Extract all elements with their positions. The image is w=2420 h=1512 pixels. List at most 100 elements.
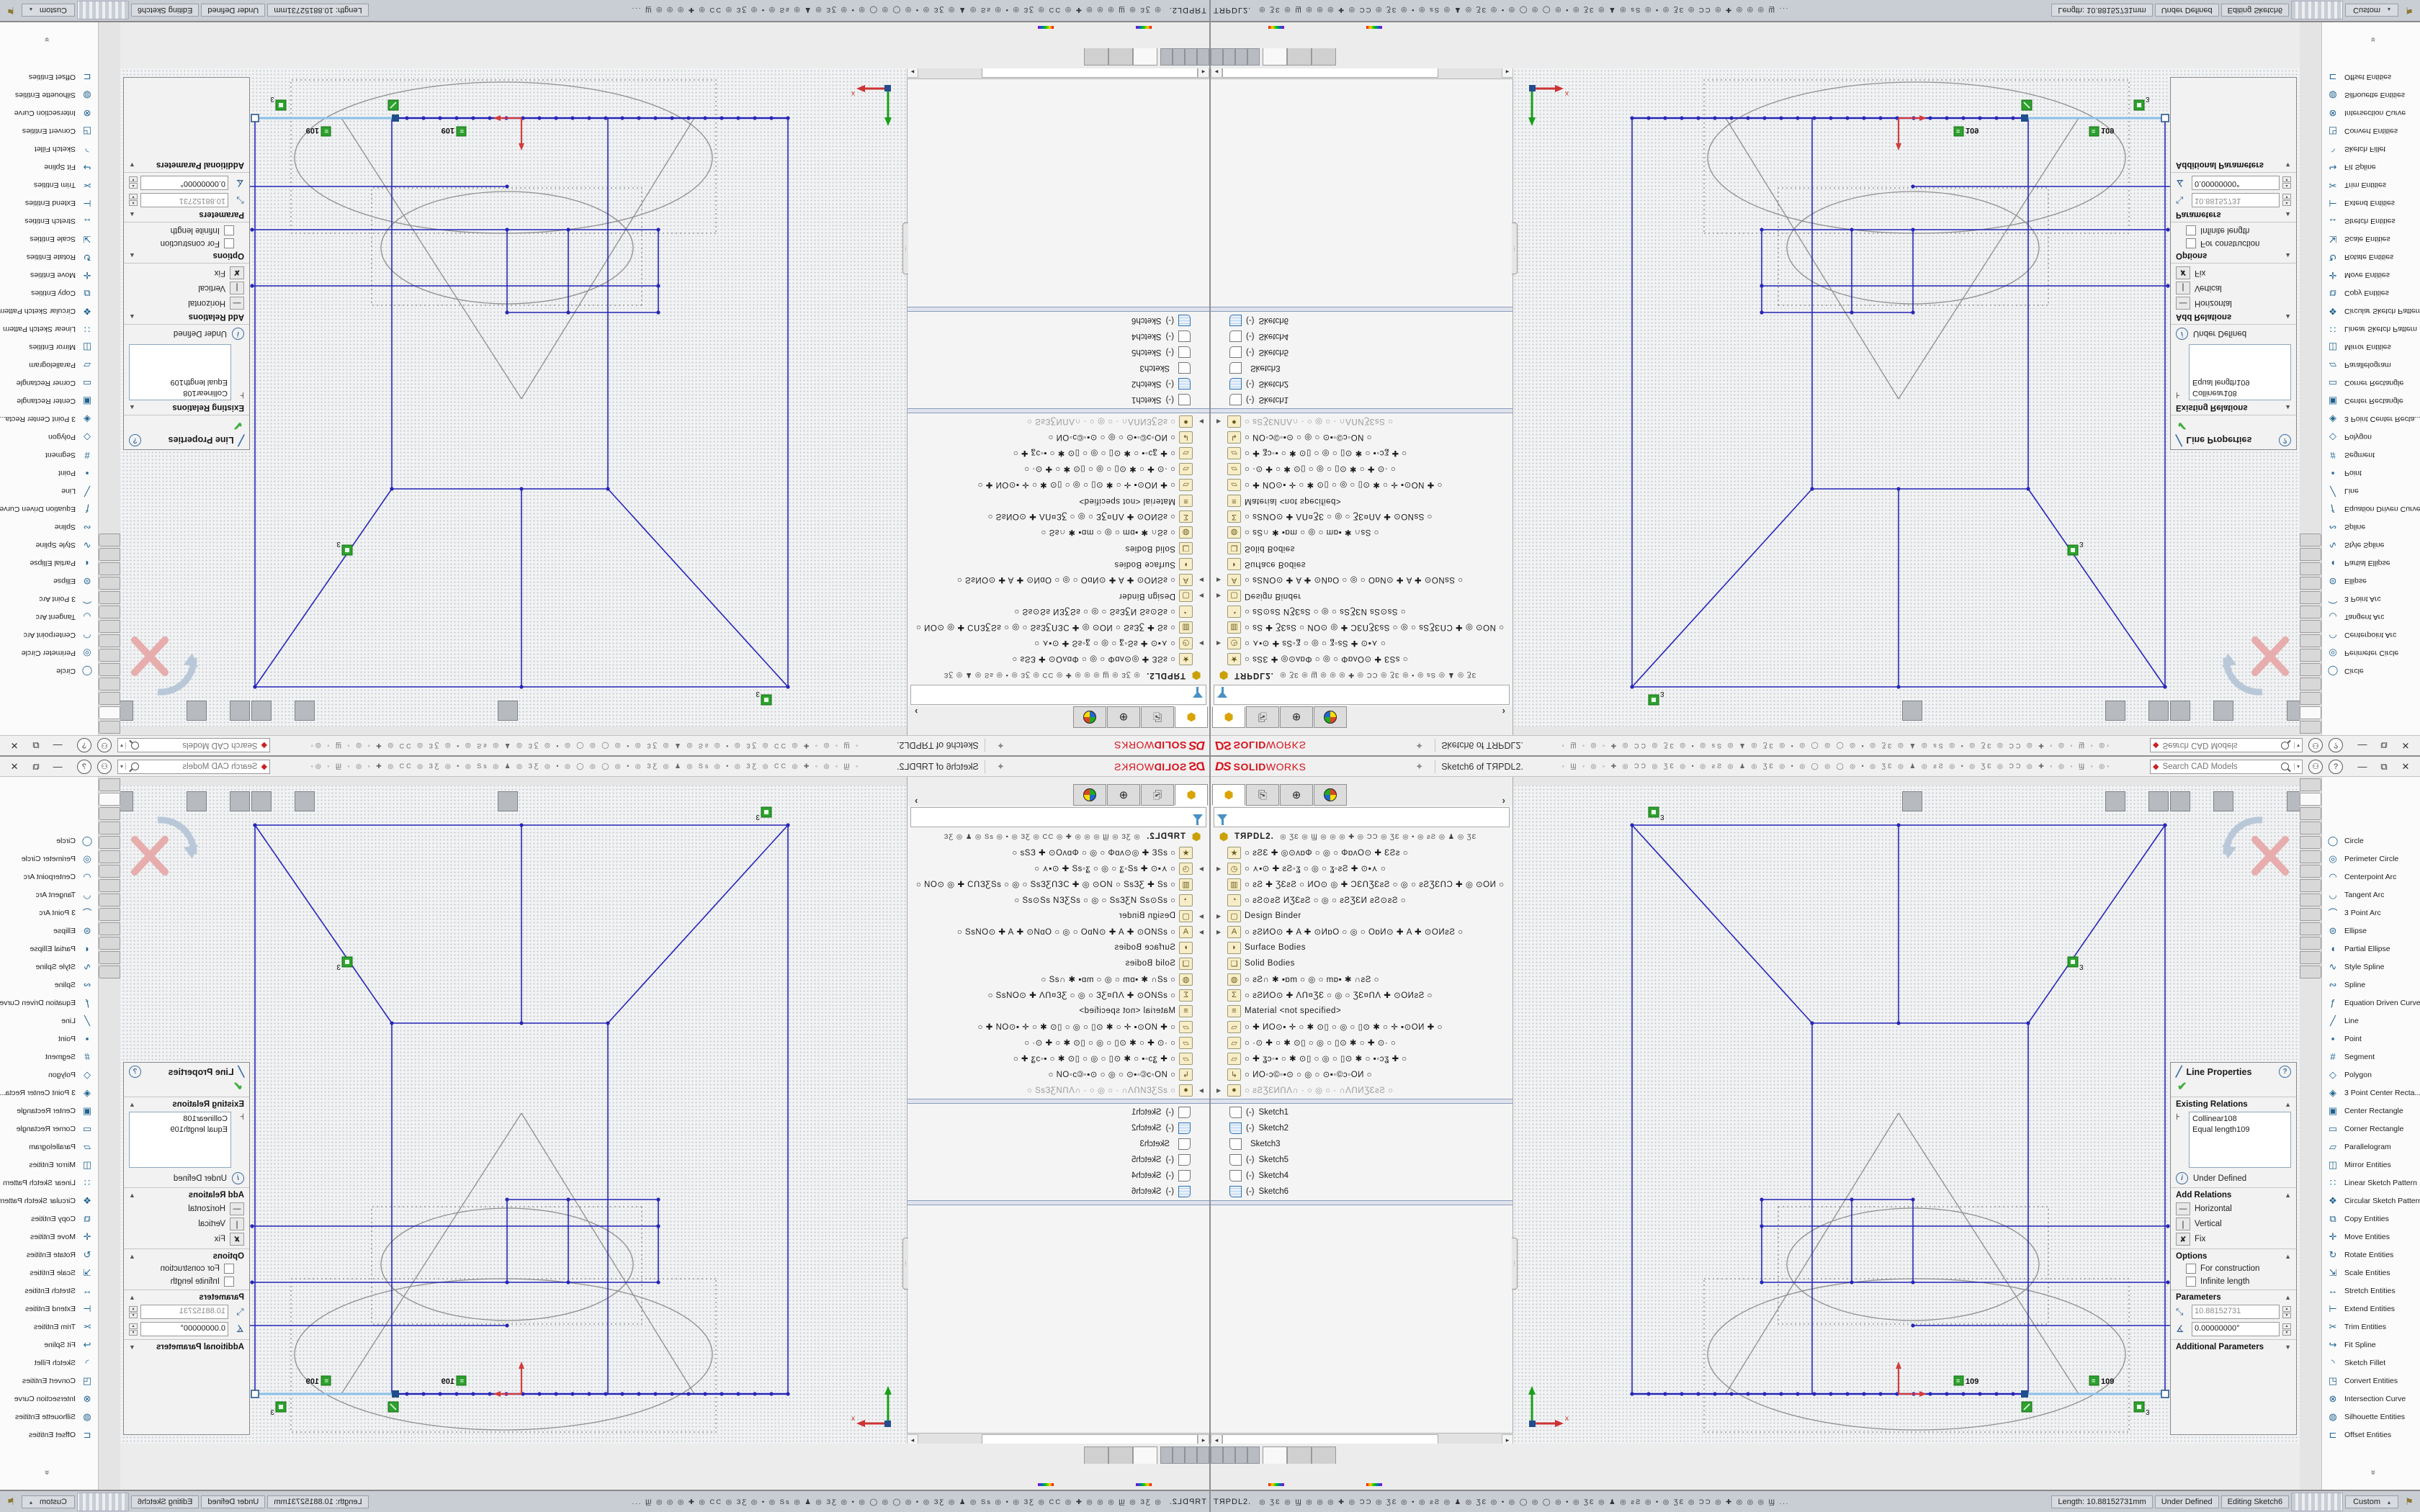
palette-item[interactable]: ⇲ Scale Entities (2326, 1264, 2420, 1282)
command-tab[interactable] (99, 577, 120, 590)
manager-tabs-overflow[interactable]: › (1497, 795, 1511, 806)
toolbar-icon[interactable] (2105, 791, 2125, 811)
toolbar-icon[interactable] (1591, 701, 1611, 721)
toolbar-icon[interactable] (2010, 791, 2030, 811)
checkbox[interactable] (224, 1264, 234, 1274)
expand-arrow-icon[interactable]: ▶ (1196, 593, 1204, 600)
expand-arrow-icon[interactable]: ▶ (1196, 577, 1204, 584)
doc-tab[interactable] (1287, 1446, 1312, 1464)
tree-item[interactable]: ▶ ▱ ○ ✚ ИΟ⊙▪ ✛ ○ ✱ ⊙▯ ○ ◎ ○ ▯⊙ ✱ ○ ✛ ▪⊙Ο… (908, 1019, 1209, 1035)
toolbar-icon[interactable] (809, 791, 829, 811)
confirmation-corner[interactable] (135, 640, 198, 692)
toolbar-icon[interactable] (1764, 791, 1784, 811)
add-relation-row[interactable]: ❘ Vertical (129, 1218, 244, 1230)
display-toolbar-icon[interactable] (1218, 25, 1237, 44)
section-parameters[interactable]: Parameters▲ (2176, 1293, 2291, 1302)
palette-item[interactable]: ⊢ Extend Entities (2326, 194, 2420, 212)
palette-item[interactable]: ↪ Fit Spline (2326, 158, 2420, 176)
command-tab[interactable] (99, 562, 120, 575)
command-tab[interactable] (99, 850, 120, 863)
section-add-relations[interactable]: Add Relations▲ (129, 1191, 244, 1200)
option-row[interactable]: For construction (129, 238, 234, 248)
palette-item[interactable]: ⌒ 3 Point Arc (2326, 590, 2420, 608)
command-tab[interactable] (2300, 879, 2321, 892)
add-relation-row[interactable]: ✘ Fix (129, 1233, 244, 1246)
tab-nav-button[interactable] (1211, 1446, 1223, 1464)
display-toolbar-icon[interactable] (1036, 1468, 1055, 1487)
tree-item[interactable]: ▶ Σ ○ ƨƧИΟ⊙ ✚ ɅՈ¤ƷƐ ○ ◎ ○ ƷƐ¤ՈɅ ✚ ⊙ΟИƨƧ … (1211, 509, 1512, 525)
command-tab[interactable] (2300, 678, 2321, 690)
toolbar-icon[interactable] (882, 791, 902, 811)
palette-item[interactable]: ∷ Linear Sketch Pattern (2326, 320, 2420, 338)
menu-item[interactable] (1028, 743, 1042, 749)
tree-item[interactable]: ▶ ▱ ○ ✚ ИΟ⊙▪ ✛ ○ ✱ ⊙▯ ○ ◎ ○ ▯⊙ ✱ ○ ✛ ▪⊙Ο… (1211, 1019, 1512, 1035)
display-toolbar-icon[interactable] (1134, 1468, 1153, 1487)
angle-field[interactable]: 0.00000000° (2192, 1322, 2280, 1336)
toolbar-icon[interactable] (519, 791, 539, 811)
command-tab[interactable] (2300, 822, 2321, 834)
relation-button-icon[interactable]: ✘ (230, 1233, 244, 1246)
command-tab[interactable] (2300, 922, 2321, 935)
relation-button-icon[interactable]: ❘ (230, 282, 244, 294)
toolbar-icon[interactable] (614, 701, 635, 721)
section-options[interactable]: Options▲ (129, 251, 244, 260)
command-tab[interactable] (2300, 606, 2321, 618)
tab-nav-button[interactable] (1223, 48, 1235, 66)
tree-item[interactable]: ▶ ● ○ ƨƧƷƐИՈɅ∩ · ○ ◎ ○ · ∩ɅՈИƷƐƨƧ ○ (1211, 1082, 1512, 1098)
toolbar-icon[interactable] (411, 701, 431, 721)
tree-item[interactable]: ▶ ◔ ○ ƨƧ⊙ƨƧ ИƷƐƨƧ ○ ◎ ○ ƨƧƷƐИ ƨƧ⊙ƨƧ ○ (908, 604, 1209, 620)
palette-item[interactable]: ⊜ Ellipse (0, 572, 94, 590)
display-toolbar-icon[interactable] (1159, 25, 1178, 44)
command-tab[interactable] (99, 793, 120, 806)
construction-geometry[interactable] (1708, 1113, 2125, 1430)
toolbar-icon[interactable] (316, 791, 336, 811)
palette-item[interactable]: ⊏ Offset Entities (0, 1426, 94, 1444)
doc-tab[interactable] (1084, 48, 1108, 66)
display-toolbar-icon[interactable] (1291, 25, 1310, 44)
relation-entry[interactable]: Collinear108 (2192, 1114, 2287, 1125)
palette-item[interactable]: ▭ Corner Rectangle (2326, 374, 2420, 392)
command-tab[interactable] (99, 634, 120, 647)
tree-item[interactable]: ▶ ▱ ○ ·⊙ ✚ ○ ✱ ⊙▯ ○ ◎ ○ ▯⊙ ✱ ○ ✚ ⊙· ○ (1211, 462, 1512, 477)
tree-splitter[interactable] (908, 307, 1209, 312)
palette-item[interactable]: ↪ Fit Spline (0, 158, 94, 176)
tab-nav-button[interactable] (1235, 48, 1247, 66)
selection-rectangles[interactable] (1704, 80, 2129, 305)
toolbar-icon[interactable] (2032, 791, 2052, 811)
confirmation-corner[interactable] (2222, 640, 2285, 692)
palette-item[interactable]: ⊗ Intersection Curve (2326, 104, 2420, 122)
tree-item[interactable]: ▶ ❑ Solid Bodies (908, 541, 1209, 557)
tree-item[interactable]: ▶ ◷ ○ ⋏▪⊙ ✚ ƨƧ◦ʓ ○ ◎ ○ ʓ◦ƨƧ ✚ ⊙▪⋏ ○ (1211, 636, 1512, 652)
display-toolbar-icon[interactable] (1110, 25, 1129, 44)
toolbar-icon[interactable] (2127, 701, 2147, 721)
expand-icon[interactable]: ▼ (129, 1344, 135, 1351)
status-tag-icon[interactable]: ⚑ (2, 4, 19, 16)
display-toolbar-icon[interactable] (914, 25, 933, 44)
palette-item[interactable]: ◠ Centerpoint Arc (0, 868, 94, 886)
command-tab[interactable] (99, 778, 120, 791)
doc-tab[interactable] (1133, 1446, 1157, 1464)
command-tab[interactable] (99, 937, 120, 950)
toolbar-icon[interactable] (1881, 791, 1901, 811)
doc-tab[interactable] (1263, 48, 1287, 66)
tree-item[interactable]: ▶ ❑ Solid Bodies (1211, 541, 1512, 557)
quick-access-toolbar-glyphs[interactable]: ◦ Ϣ ◦ ◎ ◦ ✚ ◎ ƆƆ ◎ ƷƐ ◎ • ◎ ƨƧ ◎ ♟ ◎ ƷƐ … (1525, 762, 2148, 770)
palette-item[interactable]: ▪ Point (0, 1030, 94, 1048)
toolbar-icon[interactable] (1924, 791, 1944, 811)
tab-displaymanager[interactable] (1314, 706, 1347, 728)
section-existing-relations[interactable]: Existing Relations▲ (129, 403, 244, 412)
relation-entry[interactable]: Collinear108 (133, 387, 228, 398)
toolbar-icon[interactable] (230, 701, 250, 721)
search-box[interactable]: ◆ ▾ (117, 739, 270, 753)
palette-item[interactable]: ⌒ 3 Point Arc (2326, 904, 2420, 922)
expand-arrow-icon[interactable]: ▶ (1196, 1087, 1204, 1094)
sketch-item[interactable]: (-) Sketch4 (1211, 1168, 1512, 1184)
relation-button-icon[interactable]: ❘ (2176, 1218, 2190, 1230)
command-tab[interactable] (99, 663, 120, 676)
palette-item[interactable]: ◈ 3 Point Center Recta... (2326, 410, 2420, 428)
minimize-button[interactable]: — (47, 738, 68, 754)
search-box[interactable]: ◆ ▾ (117, 760, 270, 774)
tab-configurationmanager[interactable]: ⊕ (1107, 784, 1140, 806)
palette-item[interactable]: ↔ Stretch Entities (2326, 1282, 2420, 1300)
doc-tab[interactable] (1108, 48, 1133, 66)
